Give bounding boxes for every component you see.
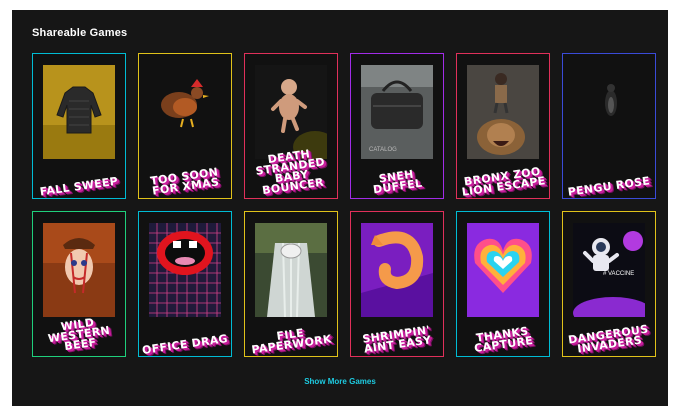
game-title: Bronx Zoo Lion Escape xyxy=(460,164,547,199)
game-title: Shrimpin' Aint Easy xyxy=(361,323,433,356)
games-grid: Fall Sweep Too Soon For Xmas xyxy=(32,53,656,357)
games-panel: Shareable Games Fall Sweep xyxy=(12,10,668,406)
duffel-bag-image: CATALOG xyxy=(361,65,433,159)
waterfall-image xyxy=(255,223,327,317)
game-thumbnail-mask xyxy=(43,223,115,317)
game-thumbnail-sweater xyxy=(43,65,115,159)
game-title: Dangerous Invaders xyxy=(567,322,650,356)
shrimp-image xyxy=(361,223,433,317)
game-card-pengu-rose[interactable]: Pengu Rose xyxy=(562,53,656,199)
game-card-bronx-zoo-lion-escape[interactable]: Bronx Zoo Lion Escape xyxy=(456,53,550,199)
game-title: Sneh Duffel xyxy=(372,167,423,197)
game-thumbnail-penguin xyxy=(573,65,645,159)
section-title: Shareable Games xyxy=(32,27,128,39)
game-thumbnail-duffel-bag: CATALOG xyxy=(361,65,433,159)
game-thumbnail-waterfall xyxy=(255,223,327,317)
game-card-office-drag[interactable]: Office Drag xyxy=(138,211,232,357)
game-thumbnail-mouth xyxy=(149,223,221,317)
penguin-image xyxy=(573,65,645,159)
game-card-sneh-duffel[interactable]: CATALOG Sneh Duffel xyxy=(350,53,444,199)
game-title: Too Soon For Xmas xyxy=(149,165,220,198)
game-title: Pengu Rose xyxy=(567,174,651,199)
game-card-shrimpin-aint-easy[interactable]: Shrimpin' Aint Easy xyxy=(350,211,444,357)
game-thumbnail-lion xyxy=(467,65,539,159)
game-card-wild-western-beef[interactable]: Wild Western Beef xyxy=(32,211,126,357)
duffel-watermark: CATALOG xyxy=(369,147,397,153)
mask-image xyxy=(43,223,115,317)
heart-image xyxy=(467,223,539,317)
lion-image xyxy=(467,65,539,159)
game-thumbnail-astronaut: # VACCINE xyxy=(573,223,645,317)
show-more-games-link[interactable]: Show More Games xyxy=(12,377,668,386)
game-title: Thanks Capture xyxy=(473,324,534,356)
game-title: File Paperwork xyxy=(250,326,333,357)
game-thumbnail-heart xyxy=(467,223,539,317)
game-card-fall-sweep[interactable]: Fall Sweep xyxy=(32,53,126,199)
sweater-image xyxy=(43,65,115,159)
vaccine-tag: # VACCINE xyxy=(603,271,634,277)
game-card-too-soon-for-xmas[interactable]: Too Soon For Xmas xyxy=(138,53,232,199)
game-title: Wild Western Beef xyxy=(47,315,111,354)
game-card-dangerous-invaders[interactable]: # VACCINE Dangerous Invaders xyxy=(562,211,656,357)
astronaut-image: # VACCINE xyxy=(573,223,645,317)
game-card-file-paperwork[interactable]: File Paperwork xyxy=(244,211,338,357)
game-thumbnail-shrimp xyxy=(361,223,433,317)
game-thumbnail-baby xyxy=(255,65,327,159)
game-title: Fall Sweep xyxy=(39,174,119,199)
game-card-thanks-capture[interactable]: Thanks Capture xyxy=(456,211,550,357)
game-card-death-stranded-baby-bouncer[interactable]: Death Stranded Baby Bouncer xyxy=(244,53,338,199)
baby-image xyxy=(255,65,327,159)
game-thumbnail-turkey xyxy=(149,65,221,159)
mouth-image xyxy=(149,223,221,317)
turkey-image xyxy=(149,65,221,159)
game-title: Office Drag xyxy=(141,332,229,357)
